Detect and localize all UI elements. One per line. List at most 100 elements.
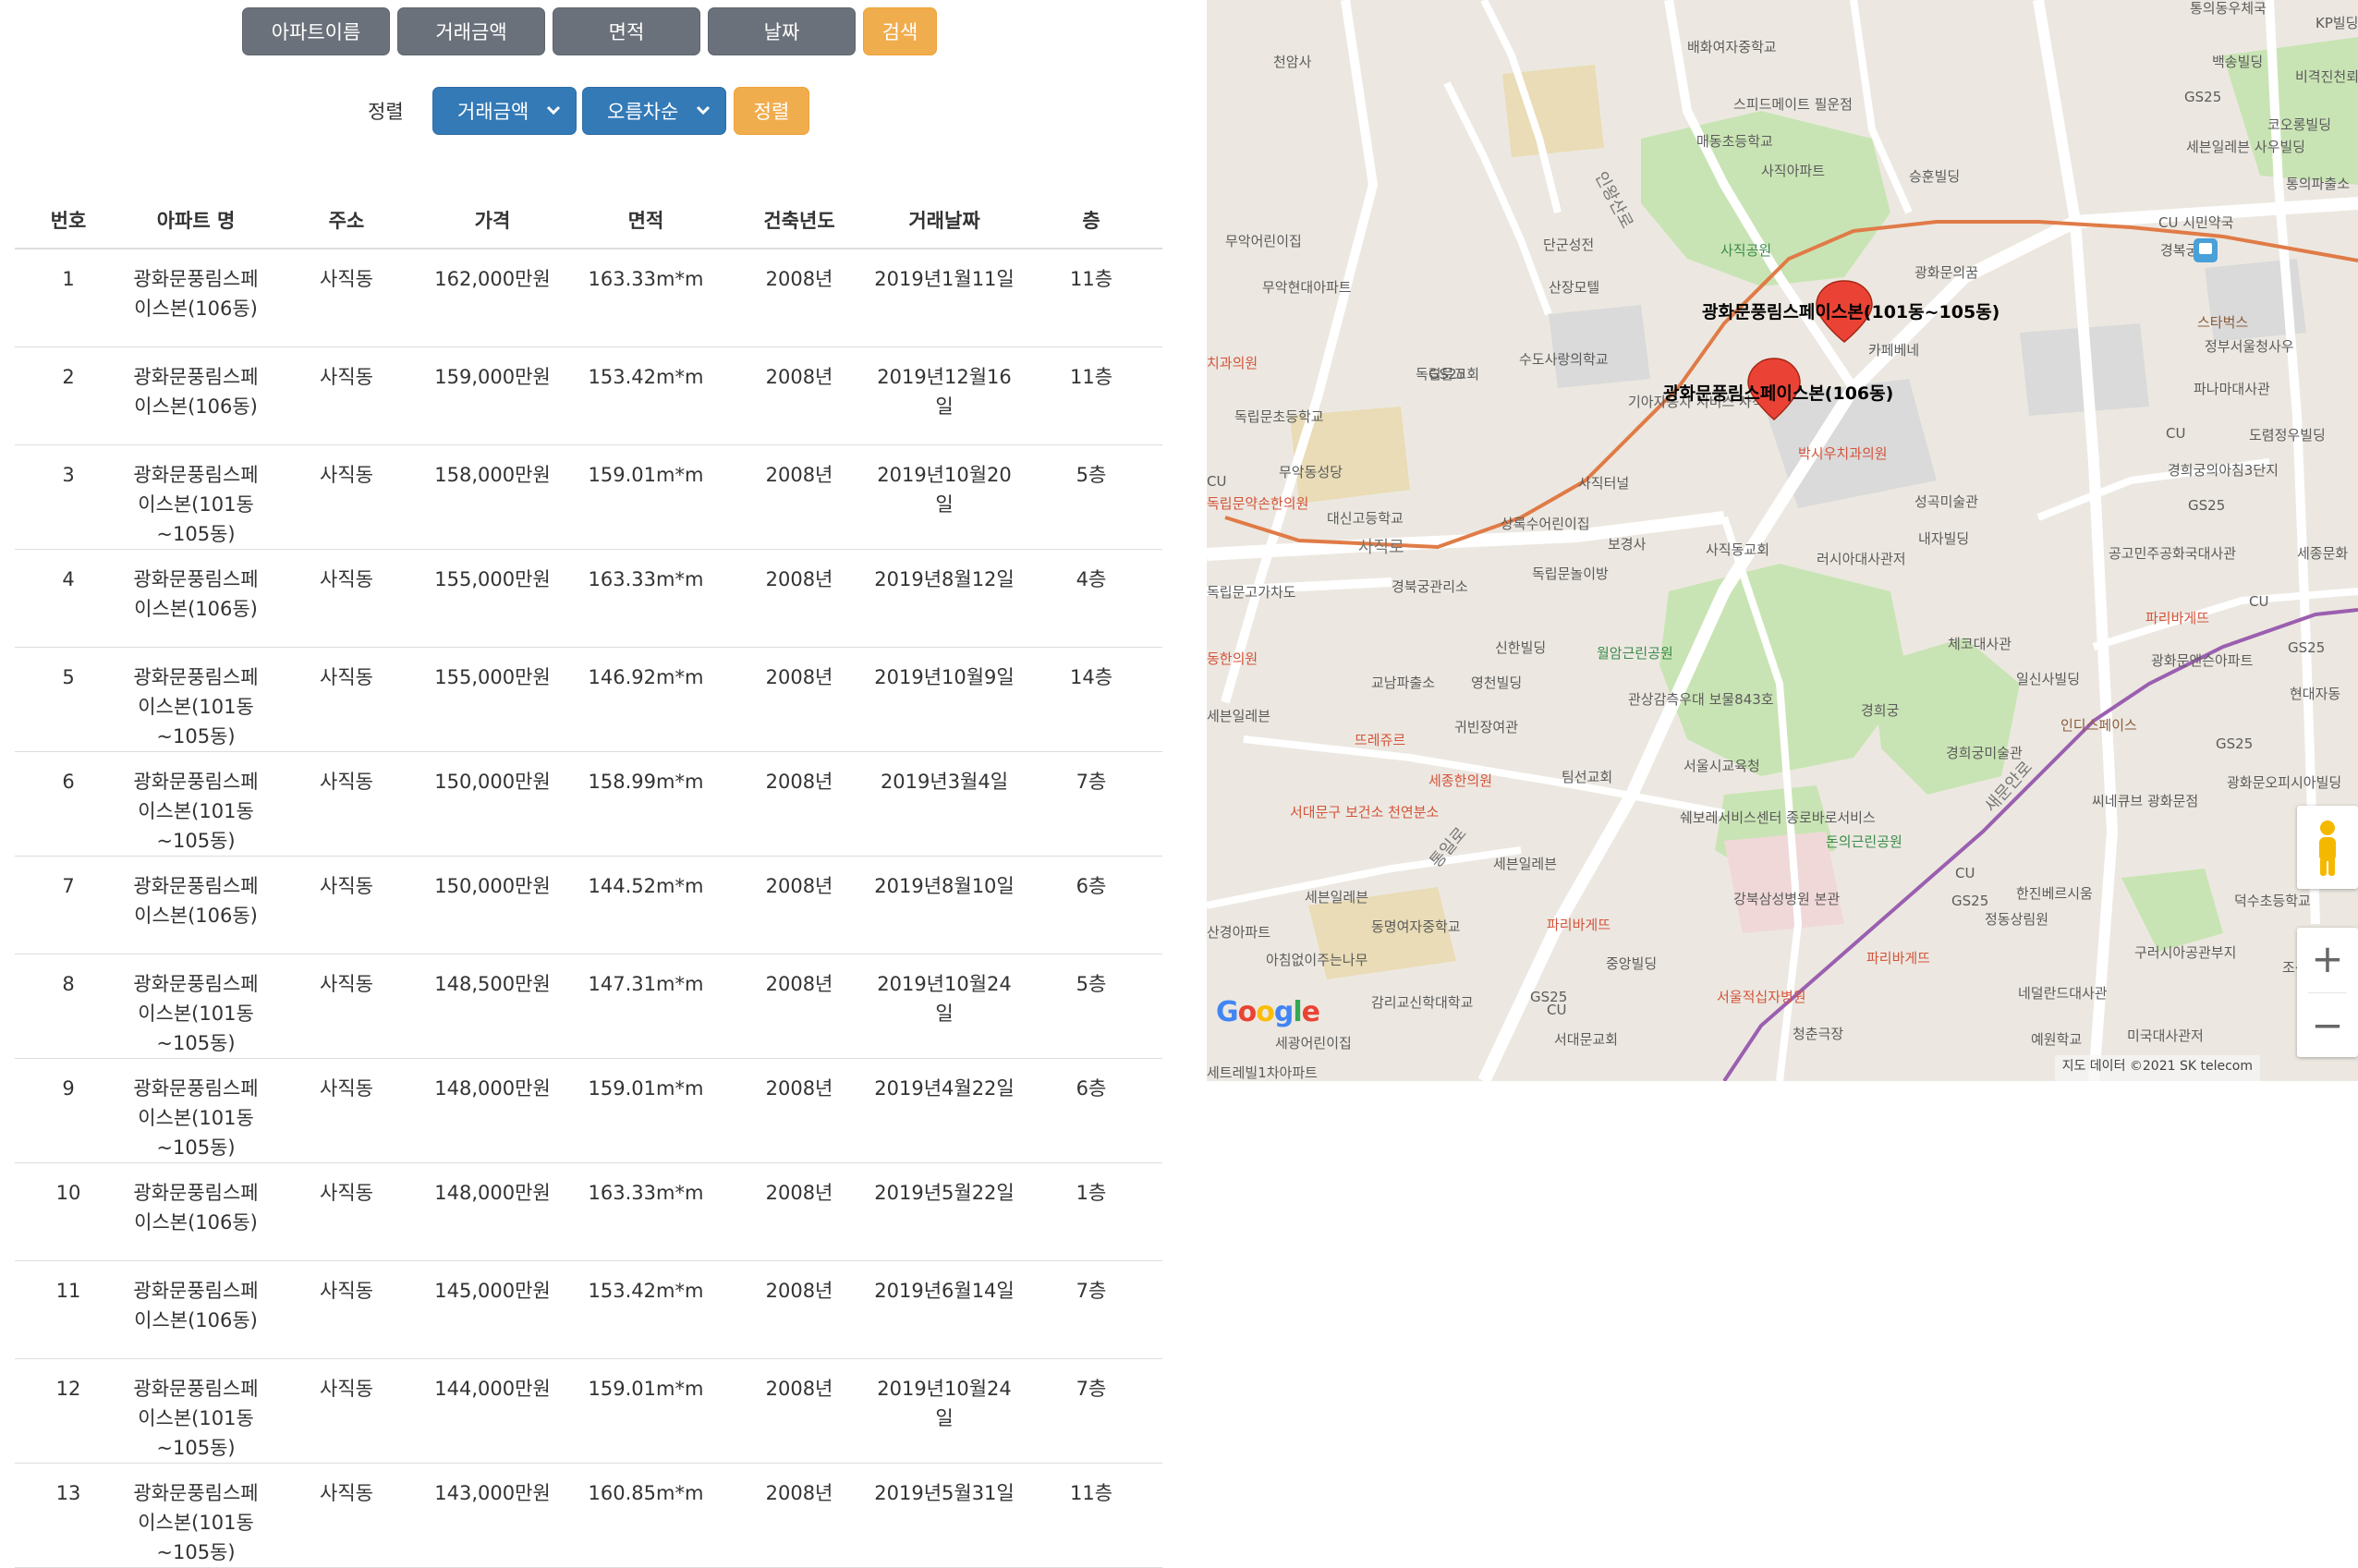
cell-apt-name: 광화문풍림스페이스본(101동~105동): [122, 954, 270, 1059]
col-header-date: 거래날짜: [869, 192, 1020, 249]
sort-order-select[interactable]: 오름차순: [582, 87, 726, 135]
map-label: 동한의원: [1207, 650, 1258, 667]
street-view-pegman-button[interactable]: [2297, 806, 2358, 889]
cell-apt-name: 광화문풍림스페이스본(101동~105동): [122, 1358, 270, 1464]
sort-field-value: 거래금액: [457, 101, 529, 123]
map-label: 동명여자중학교: [1371, 918, 1461, 935]
map-label: 세종문화: [2297, 545, 2348, 562]
table-row: 13 광화문풍림스페이스본(101동~105동) 사직동 143,000만원 160.8…: [15, 1463, 1162, 1568]
cell-price: 159,000만원: [423, 346, 562, 445]
search-bar: 아파트이름 거래금액 면적 날짜 검색: [242, 7, 937, 55]
map-label: 광화문오피시아빌딩: [2227, 774, 2341, 791]
col-header-price: 가격: [423, 192, 562, 249]
map-label: 공고민주공화국대사관: [2109, 545, 2236, 562]
cell-floor: 7층: [1020, 751, 1162, 857]
search-by-apt-name-button[interactable]: 아파트이름: [242, 7, 390, 55]
map-label: CU: [2166, 425, 2185, 442]
map-label: 미국대사관저: [2127, 1027, 2204, 1044]
sort-button[interactable]: 정렬: [734, 87, 809, 135]
cell-apt-name: 광화문풍림스페이스본(106동): [122, 549, 270, 648]
cell-no: 1: [15, 249, 122, 347]
col-header-floor: 층: [1020, 192, 1162, 249]
cell-floor: 11층: [1020, 249, 1162, 347]
cell-deal-date: 2019년10월24일: [869, 954, 1020, 1059]
map-label: 한진베르시움: [2016, 885, 2093, 902]
zoom-in-button[interactable]: +: [2297, 928, 2358, 989]
cell-deal-date: 2019년8월12일: [869, 549, 1020, 648]
cell-deal-date: 2019년8월10일: [869, 856, 1020, 954]
cell-build-year: 2008년: [730, 249, 869, 347]
cell-area: 159.01m*m: [562, 1058, 730, 1163]
map-label: 승훈빌딩: [1909, 168, 1960, 185]
cell-no: 12: [15, 1358, 122, 1464]
cell-build-year: 2008년: [730, 751, 869, 857]
map-label: 씨네큐브 광화문점: [2092, 793, 2198, 809]
cell-build-year: 2008년: [730, 856, 869, 954]
search-by-price-button[interactable]: 거래금액: [397, 7, 545, 55]
cell-area: 144.52m*m: [562, 856, 730, 954]
map-label: 경희궁미술관: [1946, 745, 2023, 761]
map-canvas[interactable]: 배화여자중학교 통의동우체국 KP빌딩 백송빌딩 비격진천뢰 천암사 스피드메이…: [1207, 0, 2358, 1081]
map-label: 신한빌딩: [1495, 639, 1546, 656]
map-label: CU: [1547, 1002, 1566, 1018]
cell-floor: 1층: [1020, 1162, 1162, 1261]
cell-deal-date: 2019년4월22일: [869, 1058, 1020, 1163]
search-submit-button[interactable]: 검색: [863, 7, 937, 55]
cell-area: 159.01m*m: [562, 444, 730, 550]
map-label: 돈의근린공원: [1826, 833, 1902, 850]
zoom-out-button[interactable]: −: [2297, 994, 2358, 1055]
map-label: 광화문앤슨아파트: [2151, 652, 2254, 669]
cell-apt-name: 광화문풍림스페이스본(101동~105동): [122, 444, 270, 550]
cell-price: 162,000만원: [423, 249, 562, 347]
sort-label: 정렬: [368, 101, 404, 123]
map-label: 도렴정우빌딩: [2249, 427, 2326, 444]
search-by-date-button[interactable]: 날짜: [708, 7, 856, 55]
map-marker-label-101-105: 광화문풍림스페이스본(101동~105동): [1702, 302, 1999, 322]
table-row: 11 광화문풍림스페이스본(106동) 사직동 145,000만원 153.42m*m 2…: [15, 1260, 1162, 1359]
map-label: 파리바게뜨: [1866, 950, 1930, 966]
col-header-address: 주소: [270, 192, 423, 249]
map-label: 세븐일레븐: [1207, 708, 1270, 724]
cell-apt-name: 광화문풍림스페이스본(101동~105동): [122, 751, 270, 857]
map-label: GS25: [1951, 893, 1988, 909]
map-label: 서울시교육청: [1683, 758, 1760, 774]
map-label: 러시아대사관저: [1817, 551, 1906, 567]
cell-address: 사직동: [270, 549, 423, 648]
cell-apt-name: 광화문풍림스페이스본(106동): [122, 1162, 270, 1261]
map-label: 청춘극장: [1793, 1026, 1843, 1042]
cell-apt-name: 광화문풍림스페이스본(106동): [122, 249, 270, 347]
cell-price: 150,000만원: [423, 751, 562, 857]
cell-no: 13: [15, 1463, 122, 1568]
cell-address: 사직동: [270, 1358, 423, 1464]
map-label: 세븐일레븐 사우빌딩: [2186, 139, 2305, 155]
map-label: 감리교신학대학교: [1371, 994, 1473, 1011]
cell-no: 5: [15, 647, 122, 752]
left-panel: 아파트이름 거래금액 면적 날짜 검색 정렬 거래금액 오름차순 정렬 번호 아…: [0, 0, 1201, 1568]
map-label: 사직아파트: [1761, 163, 1825, 179]
map-attribution[interactable]: 지도 데이터 ©2021 SK telecom: [2054, 1055, 2260, 1081]
col-header-year: 건축년도: [730, 192, 869, 249]
cell-deal-date: 2019년5월22일: [869, 1162, 1020, 1261]
cell-floor: 11층: [1020, 1463, 1162, 1568]
map-label: GS25: [2216, 735, 2253, 752]
map-label: 독립문초등학교: [1234, 408, 1324, 425]
chevron-down-icon: [696, 105, 711, 115]
map-label: 무악현대아파트: [1262, 279, 1352, 296]
search-by-area-button[interactable]: 면적: [553, 7, 700, 55]
cell-price: 155,000만원: [423, 549, 562, 648]
cell-deal-date: 2019년1월11일: [869, 249, 1020, 347]
cell-address: 사직동: [270, 954, 423, 1059]
map-label: 서울적십자병원: [1717, 989, 1806, 1005]
map-label: 관상감측우대 보물843호: [1628, 691, 1774, 708]
map-label: 사직공원: [1720, 242, 1771, 259]
cell-build-year: 2008년: [730, 1463, 869, 1568]
map-panel[interactable]: 배화여자중학교 통의동우체국 KP빌딩 백송빌딩 비격진천뢰 천암사 스피드메이…: [1207, 0, 2358, 1081]
cell-address: 사직동: [270, 1058, 423, 1163]
map-label: 세븐일레븐: [1305, 889, 1368, 906]
cell-floor: 6층: [1020, 1058, 1162, 1163]
cell-address: 사직동: [270, 1260, 423, 1359]
map-label: 사직로: [1358, 538, 1404, 557]
map-label: 세트레빌1차아파트: [1207, 1064, 1318, 1081]
deals-table: 번호 아파트 명 주소 가격 면적 건축년도 거래날짜 층 1 광화문풍림스페이스…: [15, 192, 1162, 1568]
sort-field-select[interactable]: 거래금액: [432, 87, 577, 135]
